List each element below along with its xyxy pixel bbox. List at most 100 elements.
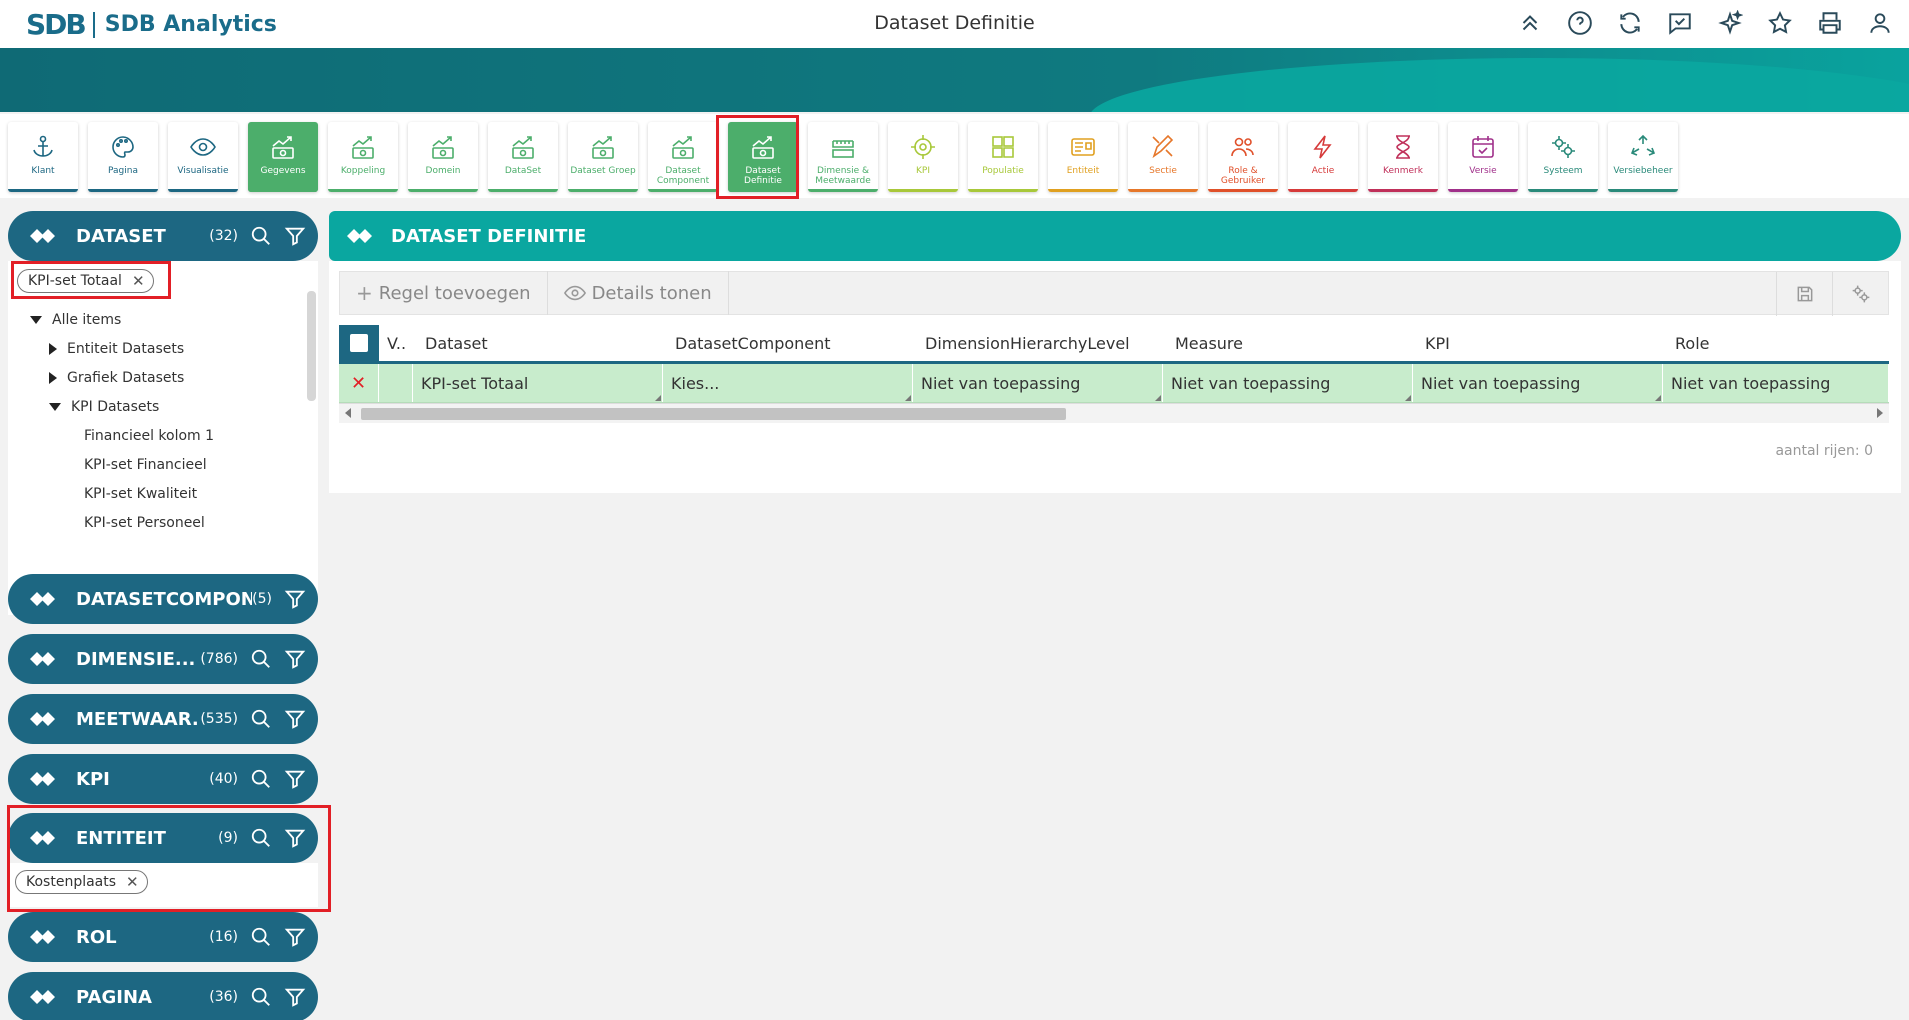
tree-item[interactable]: KPI-set Financieel: [8, 450, 318, 479]
print-icon[interactable]: [1815, 8, 1845, 38]
resize-handle[interactable]: [655, 395, 661, 401]
tree-scrollbar[interactable]: [307, 291, 316, 401]
search-icon[interactable]: [250, 768, 272, 790]
caret-down-icon[interactable]: [30, 315, 42, 324]
user-icon[interactable]: [1865, 8, 1895, 38]
recycle-icon: [1630, 134, 1656, 160]
module-sectie[interactable]: Sectie: [1128, 122, 1198, 192]
module-visualisatie[interactable]: Visualisatie: [168, 122, 238, 192]
module-domein[interactable]: Domein: [408, 122, 478, 192]
module-kpi[interactable]: KPI: [888, 122, 958, 192]
module-versiebeheer[interactable]: Versiebeheer: [1608, 122, 1678, 192]
show-details-button[interactable]: Details tonen: [548, 271, 729, 315]
panel-header[interactable]: DIMENSIE... (786): [8, 634, 318, 684]
column-header[interactable]: Dataset: [413, 325, 663, 361]
star-icon[interactable]: [1765, 8, 1795, 38]
panel-header[interactable]: DATASETCOMPON...(5): [8, 574, 318, 624]
module-dimensie-meetwaarde[interactable]: Dimensie & Meetwaarde: [808, 122, 878, 192]
panel-header[interactable]: ROL (16): [8, 912, 318, 962]
search-icon[interactable]: [250, 648, 272, 670]
tree-item[interactable]: Grafiek Datasets: [8, 363, 318, 392]
table-cell[interactable]: Niet van toepassing: [913, 364, 1163, 402]
table-cell[interactable]: Kies...: [663, 364, 913, 402]
filter-icon[interactable]: [284, 648, 306, 670]
panel-header[interactable]: KPI (40): [8, 754, 318, 804]
panel-dataset-header[interactable]: DATASET (32): [8, 211, 318, 261]
module-role-gebruiker[interactable]: Role & Gebruiker: [1208, 122, 1278, 192]
column-header[interactable]: Measure: [1163, 325, 1413, 361]
panel-count: (32): [209, 228, 238, 244]
filter-icon[interactable]: [284, 926, 306, 948]
tree-item[interactable]: Entiteit Datasets: [8, 334, 318, 363]
save-icon[interactable]: [1776, 272, 1832, 316]
module-actie[interactable]: Actie: [1288, 122, 1358, 192]
resize-handle[interactable]: [905, 395, 911, 401]
panel-header[interactable]: MEETWAAR... (535): [8, 694, 318, 744]
module-underline: [568, 189, 638, 192]
filter-icon[interactable]: [284, 588, 306, 610]
filter-icon[interactable]: [284, 708, 306, 730]
caret-down-icon[interactable]: [49, 402, 61, 411]
module-systeem[interactable]: Systeem: [1528, 122, 1598, 192]
resize-handle[interactable]: [1155, 395, 1161, 401]
column-header-label: DatasetComponent: [675, 333, 831, 353]
module-entiteit[interactable]: Entiteit: [1048, 122, 1118, 192]
help-icon[interactable]: [1565, 8, 1595, 38]
module-label: Role & Gebruiker: [1220, 166, 1266, 186]
table-cell[interactable]: KPI-set Totaal: [413, 364, 663, 402]
search-icon[interactable]: [250, 986, 272, 1008]
tree-item[interactable]: KPI-set Kwaliteit: [8, 479, 318, 508]
chevrons-up-icon[interactable]: [1515, 8, 1545, 38]
column-header[interactable]: DatasetComponent: [663, 325, 913, 361]
tree-item[interactable]: Alle items: [8, 305, 318, 334]
column-header[interactable]: DimensionHierarchyLevel: [913, 325, 1163, 361]
module-koppeling[interactable]: Koppeling: [328, 122, 398, 192]
scroll-right-icon[interactable]: [1877, 408, 1883, 418]
module-dataset[interactable]: DataSet: [488, 122, 558, 192]
resize-handle[interactable]: [1655, 395, 1661, 401]
logo[interactable]: SDB SDB Analytics: [26, 8, 277, 41]
table-cell[interactable]: Niet van toepassing: [1663, 364, 1889, 402]
search-icon[interactable]: [250, 926, 272, 948]
search-icon[interactable]: [250, 225, 272, 247]
module-versie[interactable]: Versie: [1448, 122, 1518, 192]
module-dataset-component[interactable]: Dataset Component: [648, 122, 718, 192]
column-header[interactable]: KPI: [1413, 325, 1663, 361]
module-populatie[interactable]: Populatie: [968, 122, 1038, 192]
module-gegevens[interactable]: Gegevens: [248, 122, 318, 192]
tree-item[interactable]: KPI-set Personeel: [8, 508, 318, 537]
module-kenmerk[interactable]: Kenmerk: [1368, 122, 1438, 192]
highlight-dataset-definitie: [716, 115, 799, 199]
cell-value: KPI-set Totaal: [421, 373, 529, 393]
table-cell[interactable]: Niet van toepassing: [1413, 364, 1663, 402]
scroll-left-icon[interactable]: [345, 408, 351, 418]
column-header[interactable]: Role: [1663, 325, 1889, 361]
grid-horizontal-scrollbar[interactable]: [339, 403, 1889, 423]
caret-right-icon[interactable]: [49, 342, 57, 355]
module-klant[interactable]: Klant: [8, 122, 78, 192]
search-icon[interactable]: [250, 708, 272, 730]
add-row-button[interactable]: + Regel toevoegen: [340, 271, 548, 315]
table-row[interactable]: ✕ KPI-set Totaal Kies... Niet van toepassin…: [339, 364, 1889, 403]
gears-icon[interactable]: [1832, 272, 1888, 316]
resize-handle[interactable]: [1405, 395, 1411, 401]
tree-item[interactable]: KPI Datasets: [8, 392, 318, 421]
module-dataset-groep[interactable]: Dataset Groep: [568, 122, 638, 192]
select-all-checkbox[interactable]: [339, 325, 379, 361]
table-cell[interactable]: Niet van toepassing: [1163, 364, 1413, 402]
filter-icon[interactable]: [284, 986, 306, 1008]
message-check-icon[interactable]: [1665, 8, 1695, 38]
scroll-thumb[interactable]: [361, 408, 1066, 420]
refresh-icon[interactable]: [1615, 8, 1645, 38]
filter-icon[interactable]: [284, 225, 306, 247]
panel-header[interactable]: PAGINA (36): [8, 972, 318, 1020]
column-header-select[interactable]: V..: [339, 325, 413, 361]
tree-item[interactable]: Financieel kolom 1: [8, 421, 318, 450]
sparkles-icon[interactable]: [1715, 8, 1745, 38]
checkbox[interactable]: [350, 334, 368, 352]
caret-right-icon[interactable]: [49, 371, 57, 384]
filter-icon[interactable]: [284, 768, 306, 790]
delete-row-icon[interactable]: ✕: [339, 364, 379, 402]
module-pagina[interactable]: Pagina: [88, 122, 158, 192]
diamonds-icon: [30, 772, 55, 786]
